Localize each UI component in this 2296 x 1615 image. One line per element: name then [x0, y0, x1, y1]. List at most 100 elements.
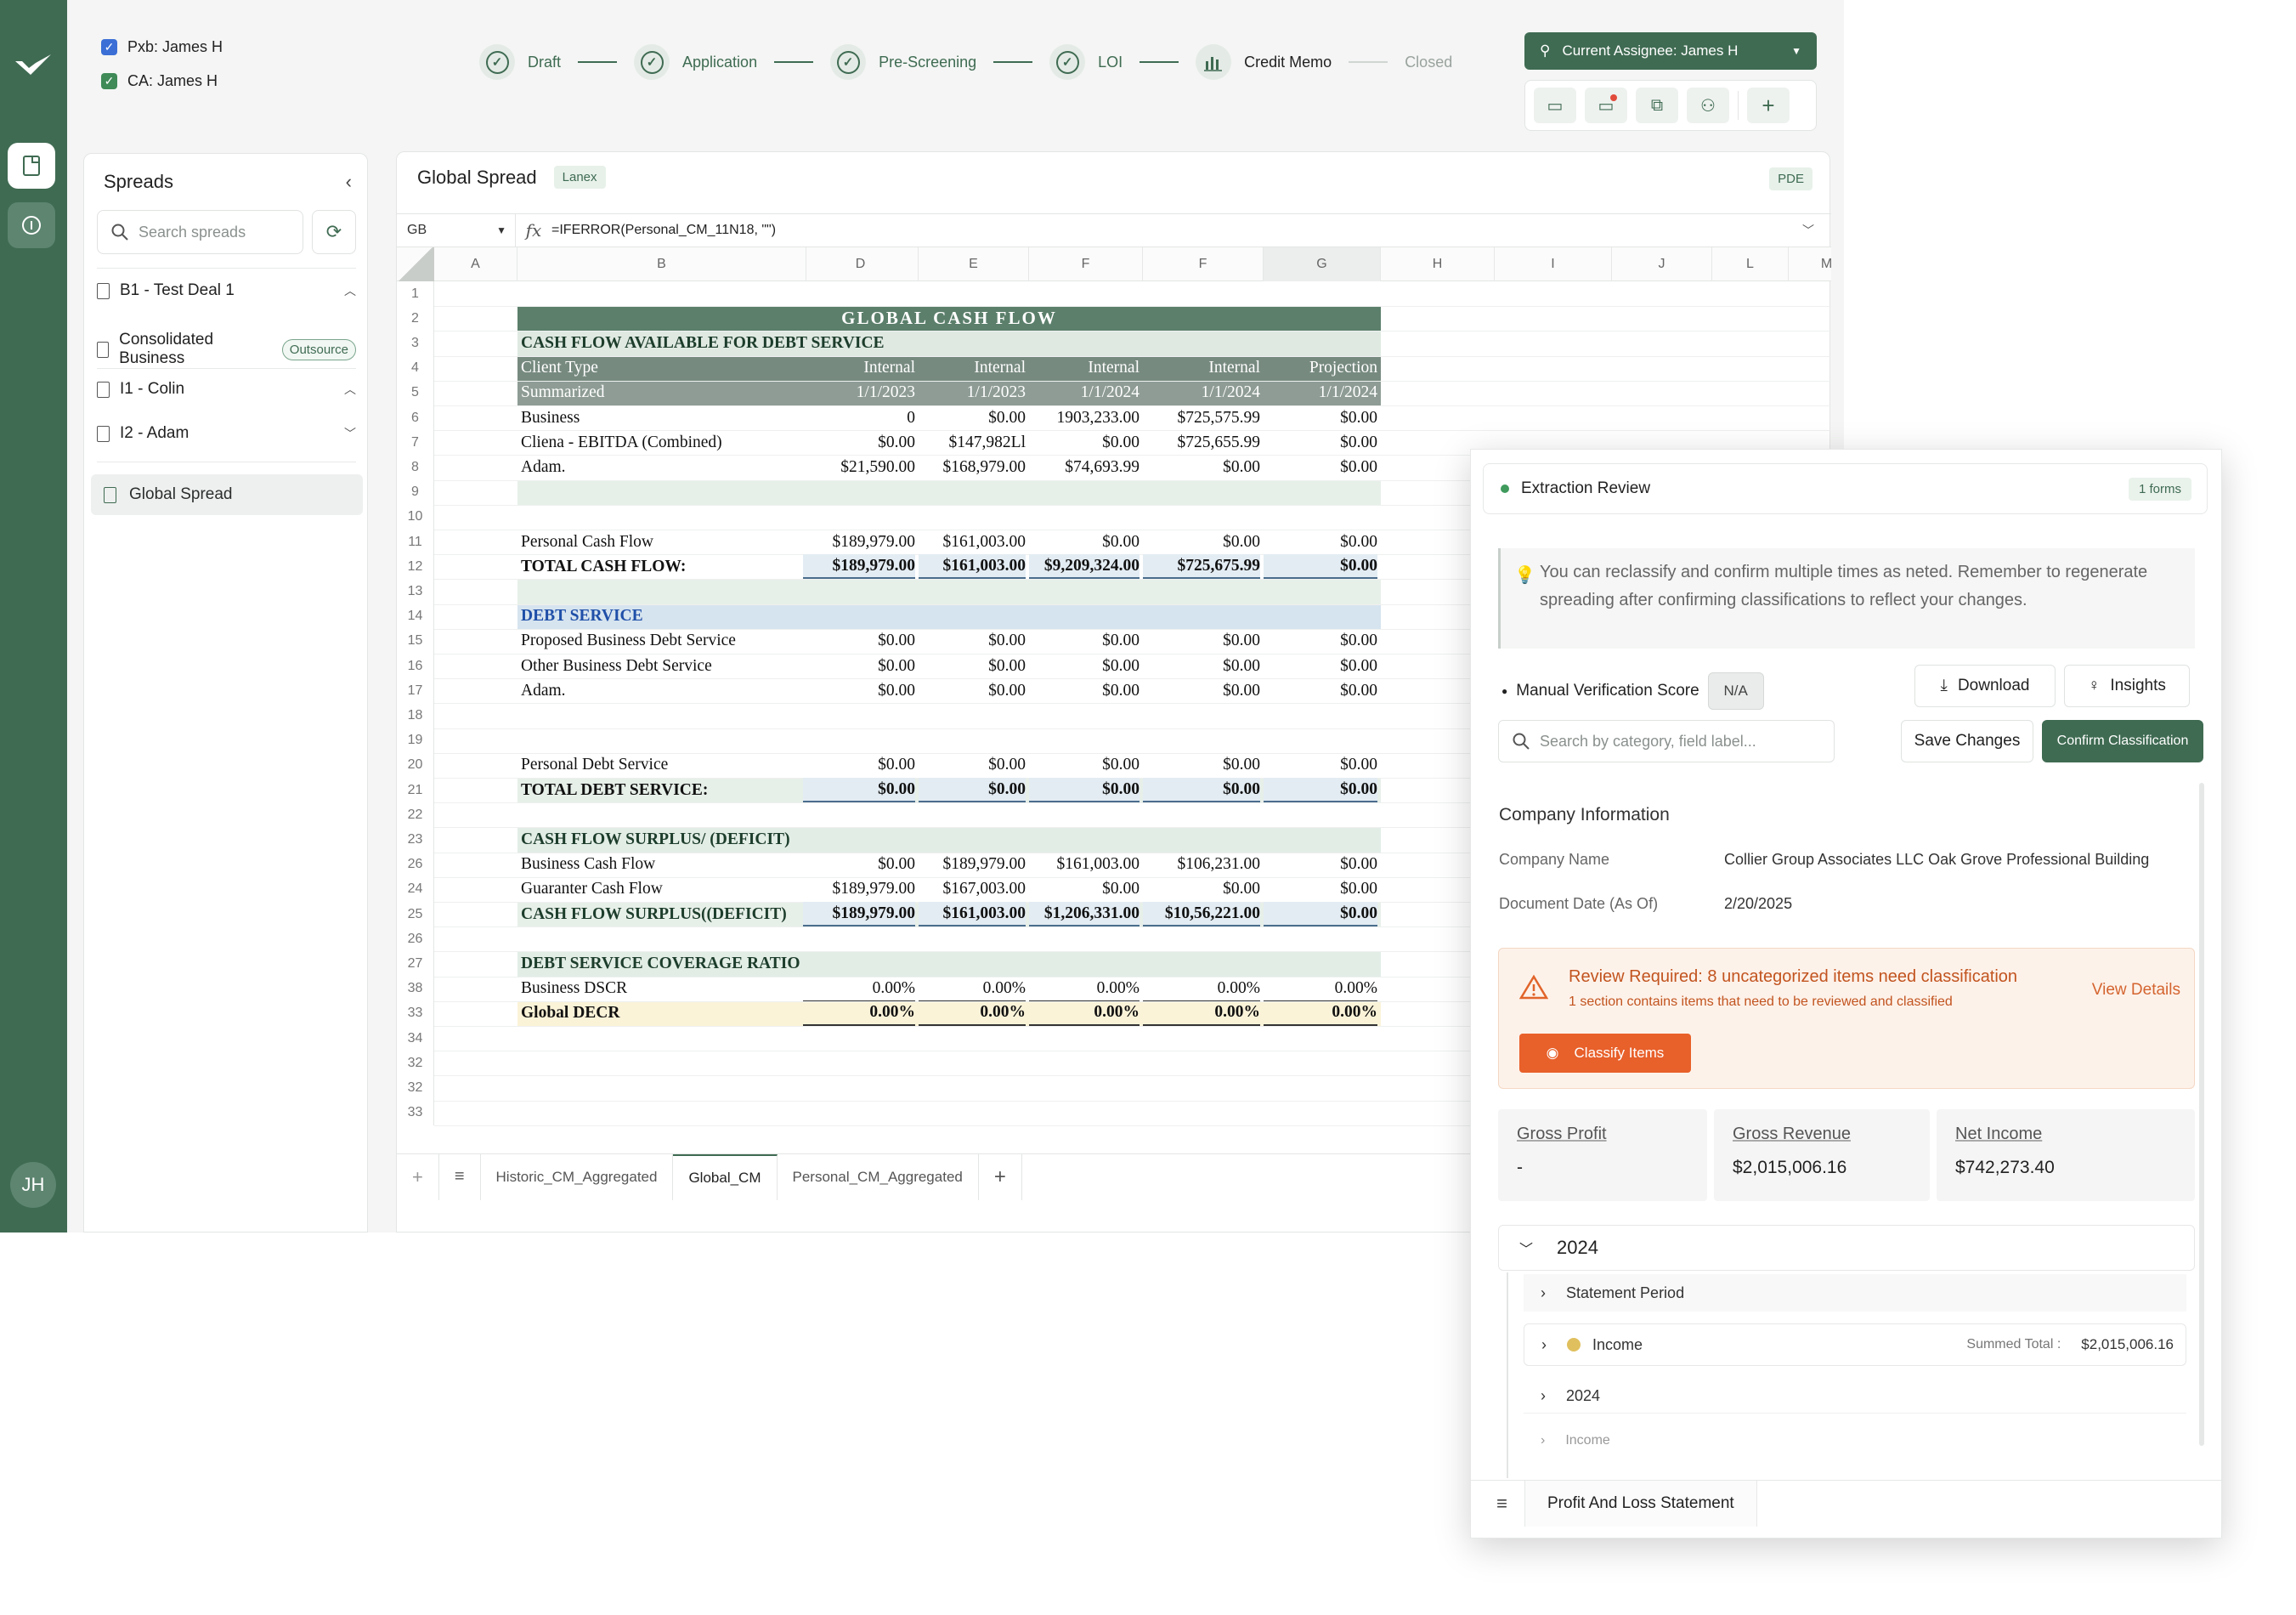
- comment-icon[interactable]: ▭: [1534, 88, 1576, 123]
- row-header[interactable]: 25: [397, 902, 434, 927]
- tree-year-2024[interactable]: › 2024: [1524, 1380, 2186, 1414]
- row-header[interactable]: 26: [397, 852, 434, 877]
- row-header[interactable]: 16: [397, 654, 434, 679]
- value-cell[interactable]: $0.00: [1264, 877, 1377, 902]
- row-header[interactable]: 19: [397, 728, 434, 753]
- value-cell[interactable]: $0.00: [1264, 430, 1377, 455]
- value-cell[interactable]: $0.00: [1143, 877, 1260, 902]
- row-label-cell[interactable]: Personal Cash Flow: [521, 530, 653, 554]
- spreads-nav-button[interactable]: [8, 143, 55, 189]
- metric-label[interactable]: Net Income: [1955, 1125, 2176, 1144]
- value-cell[interactable]: $0.00: [1143, 678, 1260, 703]
- sidebar-item-b1[interactable]: B1 - Test Deal 1 ︿: [97, 281, 356, 300]
- value-cell[interactable]: $0.00: [1264, 678, 1377, 703]
- value-cell[interactable]: $0.00: [1264, 853, 1377, 877]
- value-cell[interactable]: $9,209,324.00: [1029, 554, 1140, 580]
- value-cell[interactable]: $189,979.00: [803, 530, 916, 554]
- row-header[interactable]: 4: [397, 355, 434, 381]
- row-header[interactable]: 20: [397, 752, 434, 778]
- tab-global-cm[interactable]: Global_CM: [673, 1153, 778, 1200]
- row-header[interactable]: 34: [397, 1026, 434, 1051]
- users-icon[interactable]: ⚇: [1687, 88, 1729, 123]
- row-header[interactable]: 8: [397, 455, 434, 480]
- row-label-cell[interactable]: DEBT SERVICE: [521, 604, 643, 629]
- row-label-cell[interactable]: Global DECR: [521, 1001, 619, 1026]
- value-cell[interactable]: $168,979.00: [919, 455, 1026, 479]
- row-header[interactable]: 27: [397, 951, 434, 977]
- value-cell[interactable]: $0.00: [803, 678, 915, 703]
- step-draft[interactable]: ✓ Draft: [479, 44, 561, 80]
- column-header-e[interactable]: E: [919, 247, 1029, 281]
- value-cell[interactable]: $0.00: [1264, 629, 1377, 654]
- value-cell[interactable]: $0.00: [919, 678, 1026, 703]
- row-label-cell[interactable]: DEBT SERVICE COVERAGE RATIO: [521, 951, 800, 976]
- row-label-cell[interactable]: Client Type: [521, 356, 598, 381]
- row-header[interactable]: 6: [397, 405, 434, 431]
- value-cell[interactable]: Projection: [1264, 356, 1377, 381]
- avatar[interactable]: JH: [10, 1162, 56, 1208]
- value-cell[interactable]: $0.00: [803, 654, 915, 678]
- row-label-cell[interactable]: Cliena - EBITDA (Combined): [521, 430, 722, 455]
- column-header-d[interactable]: D: [803, 247, 919, 281]
- value-cell[interactable]: 0.00%: [1029, 977, 1140, 1001]
- panel-scrollbar[interactable]: [2199, 783, 2204, 1446]
- assignee-dropdown[interactable]: ⚲ Current Assignee: James H ▼: [1524, 32, 1817, 70]
- value-cell[interactable]: $189,979.00: [803, 902, 915, 927]
- row-header[interactable]: 18: [397, 703, 434, 728]
- row-header[interactable]: 11: [397, 530, 434, 555]
- value-cell[interactable]: Internal: [803, 356, 915, 381]
- value-cell[interactable]: 0.00%: [803, 977, 915, 1001]
- column-header-b[interactable]: B: [517, 247, 806, 281]
- row-label-cell[interactable]: Personal Debt Service: [521, 753, 668, 778]
- value-cell[interactable]: $0.00: [1264, 554, 1377, 580]
- row-label-cell[interactable]: Business DSCR: [521, 977, 627, 1001]
- value-cell[interactable]: $725,675.99: [1143, 554, 1260, 580]
- row-label-cell[interactable]: CASH FLOW AVAILABLE FOR DEBT SERVICE: [521, 331, 885, 355]
- value-cell[interactable]: $189,979.00: [803, 877, 916, 902]
- value-cell[interactable]: $0.00: [1029, 530, 1140, 554]
- info-nav-button[interactable]: [8, 202, 55, 248]
- row-header[interactable]: 10: [397, 504, 434, 530]
- value-cell[interactable]: 1/1/2023: [919, 381, 1026, 405]
- value-cell[interactable]: $725,655.99: [1143, 430, 1261, 455]
- step-credit-memo[interactable]: Credit Memo: [1196, 44, 1332, 80]
- column-header-i[interactable]: I: [1495, 247, 1612, 281]
- sheet-menu-icon[interactable]: ≡: [439, 1153, 481, 1200]
- value-cell[interactable]: $106,231.00: [1143, 853, 1261, 877]
- column-header-f[interactable]: F: [1143, 247, 1264, 281]
- sidebar-item-consolidated[interactable]: Consolidated Business Outsource: [97, 331, 356, 368]
- pdf-button[interactable]: PDE: [1769, 167, 1812, 190]
- value-cell[interactable]: $189,979.00: [803, 554, 915, 580]
- value-cell[interactable]: 0.00%: [1264, 977, 1377, 1001]
- value-cell[interactable]: 0.00%: [919, 977, 1026, 1001]
- column-header-g[interactable]: G: [1264, 247, 1381, 281]
- row-header[interactable]: 38: [397, 976, 434, 1001]
- value-cell[interactable]: $0.00: [803, 430, 915, 455]
- insights-button[interactable]: ♀ Insights: [2064, 665, 2190, 707]
- add-sheet-icon[interactable]: +: [397, 1153, 439, 1200]
- row-header[interactable]: 5: [397, 380, 434, 405]
- row-header[interactable]: 2: [397, 306, 434, 332]
- row-label-cell[interactable]: Business Cash Flow: [521, 853, 655, 877]
- confirm-classification-button[interactable]: Confirm Classification: [2042, 720, 2203, 762]
- value-cell[interactable]: 1/1/2023: [803, 381, 915, 405]
- chevron-down-icon[interactable]: ﹀: [1802, 222, 1814, 239]
- value-cell[interactable]: $0.00: [803, 853, 915, 877]
- checkbox-ca[interactable]: ✓ CA: James H: [101, 72, 218, 90]
- row-label-cell[interactable]: Adam.: [521, 455, 566, 479]
- sidebar-item-global-spread[interactable]: Global Spread: [91, 474, 363, 515]
- sheet-title-cell[interactable]: GLOBAL CASH FLOW: [517, 306, 1381, 331]
- classify-items-button[interactable]: ◉ Classify Items: [1519, 1034, 1691, 1073]
- cell-reference-select[interactable]: GB ▼: [397, 214, 516, 246]
- value-cell[interactable]: $0.00: [803, 753, 915, 778]
- row-header[interactable]: 15: [397, 628, 434, 654]
- value-cell[interactable]: $0.00: [1143, 753, 1260, 778]
- save-changes-button[interactable]: Save Changes: [1901, 720, 2033, 762]
- row-header[interactable]: 13: [397, 579, 434, 604]
- row-label-cell[interactable]: Guaranter Cash Flow: [521, 877, 663, 902]
- value-cell[interactable]: 0: [803, 405, 915, 430]
- value-cell[interactable]: $0.00: [1029, 678, 1140, 703]
- row-label-cell[interactable]: CASH FLOW SURPLUS/ (DEFICIT): [521, 827, 790, 852]
- row-label-cell[interactable]: TOTAL DEBT SERVICE:: [521, 778, 708, 802]
- tree-income[interactable]: › Income Summed Total : $2,015,006.16: [1524, 1323, 2186, 1366]
